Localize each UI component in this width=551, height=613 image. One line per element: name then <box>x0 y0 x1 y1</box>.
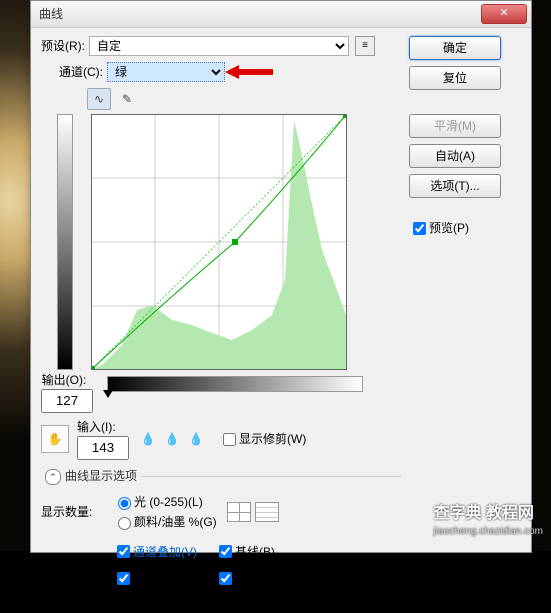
curves-graph[interactable] <box>91 114 347 370</box>
preview-checkbox[interactable]: 预览(P) <box>409 219 519 238</box>
preset-select[interactable]: 自定 <box>89 36 349 56</box>
show-clipping-checkbox[interactable]: 显示修剪(W) <box>219 430 306 449</box>
dialog-title: 曲线 <box>35 6 481 23</box>
close-button[interactable]: ✕ <box>481 4 527 24</box>
show-label: 显示: <box>41 557 113 574</box>
reset-button[interactable]: 复位 <box>409 66 501 90</box>
title-bar[interactable]: 曲线 ✕ <box>31 1 531 28</box>
output-field[interactable] <box>41 389 93 413</box>
ok-button[interactable]: 确定 <box>409 36 501 60</box>
red-arrow-icon <box>225 65 273 79</box>
white-eyedropper-icon[interactable]: 💧 <box>187 430 205 448</box>
pencil-tool-icon[interactable]: ✎ <box>115 88 139 110</box>
light-radio[interactable]: 光 (0-255)(L) <box>113 494 217 511</box>
black-eyedropper-icon[interactable]: 💧 <box>139 430 157 448</box>
watermark: 查字典 教程网 jiaocheng.chazidian.com <box>433 503 543 539</box>
grid-10-icon[interactable] <box>255 502 279 522</box>
channel-select[interactable]: 绿 <box>107 62 225 82</box>
intersection-checkbox[interactable]: 交叉线(N) <box>215 569 288 588</box>
auto-button[interactable]: 自动(A) <box>409 144 501 168</box>
output-gradient <box>57 114 73 370</box>
channel-label: 通道(C): <box>59 64 103 81</box>
input-field[interactable] <box>77 436 129 460</box>
curves-dialog: 曲线 ✕ 预设(R): 自定 ≡ 通道(C): 绿 ∿ ✎ <box>30 0 532 553</box>
disclosure-toggle[interactable]: ⌃曲线显示选项 <box>41 468 141 485</box>
baseline-checkbox[interactable]: 基线(B) <box>215 542 288 561</box>
grid-4-icon[interactable] <box>227 502 251 522</box>
output-label: 输出(O): <box>41 372 87 389</box>
input-gradient <box>107 376 363 392</box>
display-qty-label: 显示数量: <box>41 504 113 521</box>
overlay-checkbox[interactable]: 通道叠加(V) <box>113 542 197 561</box>
curve-point-shadow[interactable] <box>92 366 95 369</box>
smooth-button: 平滑(M) <box>409 114 501 138</box>
hand-tool-icon[interactable]: ✋ <box>41 425 69 453</box>
curve-tool-icon[interactable]: ∿ <box>87 88 111 110</box>
input-label: 输入(I): <box>77 419 125 436</box>
curve-point-highlight[interactable] <box>343 115 346 118</box>
gray-eyedropper-icon[interactable]: 💧 <box>163 430 181 448</box>
black-point-slider[interactable] <box>103 390 113 398</box>
options-button[interactable]: 选项(T)... <box>409 174 501 198</box>
curve-point-mid[interactable] <box>232 239 238 245</box>
ink-radio[interactable]: 颜料/油墨 %(G) <box>113 514 217 531</box>
preset-label: 预设(R): <box>41 38 85 55</box>
preset-options-icon[interactable]: ≡ <box>355 36 375 56</box>
histogram-checkbox[interactable]: 直方图(H) <box>113 569 197 588</box>
